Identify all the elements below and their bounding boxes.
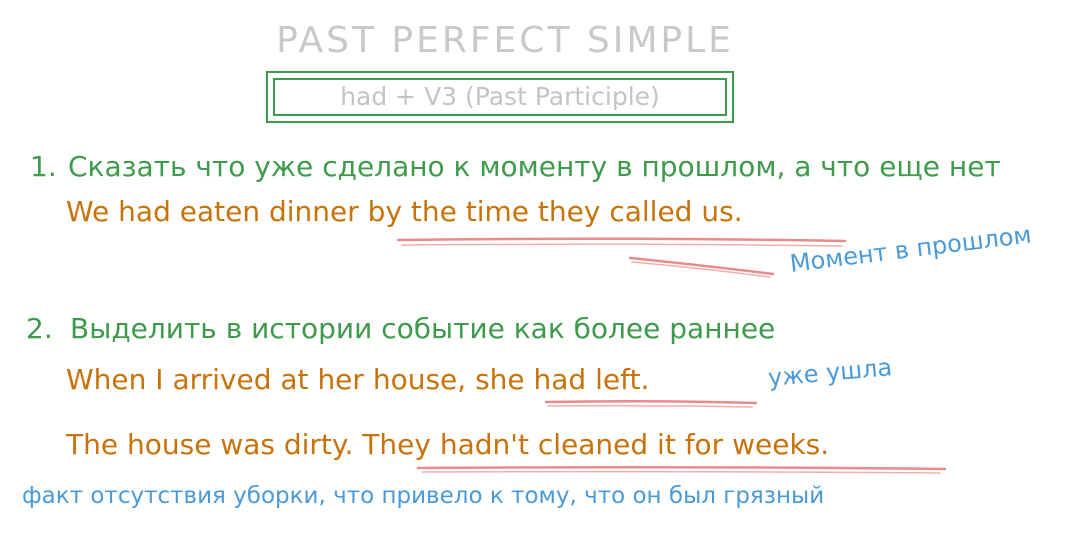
underline-example-3-second [421, 470, 941, 474]
connector-line-second [631, 261, 771, 278]
underline-example-1 [396, 237, 847, 243]
underline-example-1-second [401, 243, 843, 247]
underline-example-3 [416, 465, 947, 471]
connector-line [628, 256, 775, 276]
underline-example-2 [544, 399, 758, 405]
underline-example-2-second [547, 404, 753, 408]
underline-marks [396, 237, 947, 474]
